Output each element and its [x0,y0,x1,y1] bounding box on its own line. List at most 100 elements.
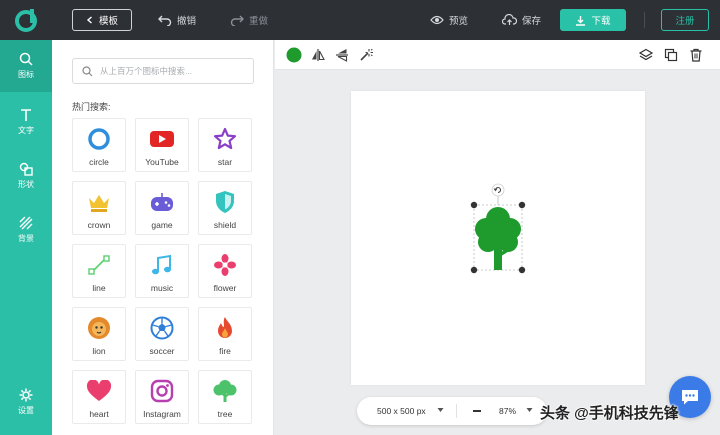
icon-card-label: YouTube [145,157,179,167]
chevron-left-icon [86,16,92,24]
caret-down-icon[interactable] [526,407,533,413]
download-label: 下载 [591,16,611,27]
gamepad-icon [151,193,173,211]
register-label: 注册 [675,16,695,27]
lion-icon [88,317,110,339]
preview-button[interactable]: 预览 [430,9,468,31]
icon-card-label: Instagram [143,409,181,419]
icon-search-input[interactable] [100,66,250,76]
magic-wand-icon [360,48,373,61]
icon-card-lion[interactable]: lion [72,307,126,361]
text-icon [21,109,31,121]
icon-card-label: heart [89,409,109,419]
download-button[interactable]: 下载 [560,9,626,31]
left-rail: 图标 文字 形状 背景 设置 [0,40,52,435]
icon-card-youtube[interactable]: YouTube [135,118,189,172]
icon-card-soccer[interactable]: soccer [135,307,189,361]
layers-icon [639,48,653,61]
icon-card-label: music [150,283,174,293]
icon-card-label: fire [219,346,231,356]
caret-down-icon[interactable] [437,407,444,413]
rail-item-shapes[interactable]: 形状 [0,150,52,202]
eye-icon [430,15,444,25]
preview-label: 预览 [449,16,469,27]
layers-button[interactable] [637,46,655,64]
rail-label-icons: 图标 [18,70,34,79]
youtube-icon [150,131,174,147]
settings-icon [19,388,33,402]
delete-button[interactable] [687,46,705,64]
music-icon [152,254,171,275]
zoom-out-button[interactable] [473,410,481,412]
icon-card-label: shield [213,220,237,230]
rail-item-icons[interactable]: 图标 [0,40,52,92]
icon-card-star[interactable]: star [198,118,252,172]
redo-icon [230,15,244,26]
icon-card-game[interactable]: game [135,181,189,235]
icon-card-tree[interactable]: tree [198,370,252,424]
effects-button[interactable] [357,46,375,64]
register-button[interactable]: 注册 [661,9,709,31]
search-icon [19,52,33,66]
icon-card-flower[interactable]: flower [198,244,252,298]
icon-card-label: tree [217,409,233,419]
canvas-size-select[interactable]: 500 x 500 px [377,406,426,416]
duplicate-button[interactable] [662,46,680,64]
line-icon [88,255,110,275]
canvas-toolbar [275,40,720,70]
icon-card-label: game [151,220,173,230]
icon-card-crown[interactable]: crown [72,181,126,235]
icon-card-instagram[interactable]: Instagram [135,370,189,424]
icon-card-label: flower [213,283,237,293]
star-icon [213,127,237,150]
icon-card-music[interactable]: music [135,244,189,298]
circle-icon [88,128,110,150]
zoom-level[interactable]: 87% [499,406,516,416]
shield-icon [216,191,234,213]
design-artboard[interactable] [351,91,645,385]
flip-vertical-button[interactable] [333,46,351,64]
back-to-templates-button[interactable]: 模板 [72,9,132,31]
flip-horizontal-icon [312,49,325,61]
rail-item-background[interactable]: 背景 [0,204,52,256]
chat-icon [682,390,698,405]
back-label: 模板 [98,16,118,27]
selected-tree-element[interactable] [351,91,645,385]
icon-card-label: lion [92,346,106,356]
rail-label-shapes: 形状 [18,180,34,189]
icon-card-heart[interactable]: heart [72,370,126,424]
watermark-text: 头条 @手机科技先锋 [540,405,679,422]
cloud-upload-icon [502,14,517,25]
flip-horizontal-button[interactable] [309,46,327,64]
hot-searches-label: 热门搜索: [72,102,111,112]
undo-button[interactable]: 撤销 [158,9,196,31]
fire-icon [218,317,232,338]
undo-icon [158,15,172,26]
rail-item-settings[interactable]: 设置 [0,376,52,428]
save-button[interactable]: 保存 [502,9,541,31]
rail-label-text: 文字 [18,126,34,135]
icon-card-label: crown [87,220,111,230]
rail-label-settings: 设置 [18,406,34,415]
redo-button[interactable]: 重做 [230,9,268,31]
rail-item-text[interactable]: 文字 [0,96,52,148]
icon-card-circle[interactable]: circle [72,118,126,172]
flower-icon [214,254,236,276]
icon-search-box[interactable] [72,58,254,84]
fill-color-button[interactable] [285,46,303,64]
canvas-size-zoom-control: 500 x 500 px 87% [357,397,547,425]
icon-card-line[interactable]: line [72,244,126,298]
copy-icon [664,48,678,62]
app-logo[interactable] [0,0,52,40]
icon-card-fire[interactable]: fire [198,307,252,361]
save-label: 保存 [522,16,542,27]
search-icon [82,65,93,76]
icon-card-shield[interactable]: shield [198,181,252,235]
icon-panel: 热门搜索: circle YouTube star crown game shi… [52,40,274,435]
logo-icon [15,9,37,32]
background-icon [19,216,33,230]
undo-label: 撤销 [177,16,197,27]
heart-icon [86,380,112,401]
icon-card-label: soccer [149,346,175,356]
top-bar: 模板 撤销 重做 预览 保存 下载 注册 [0,0,720,40]
